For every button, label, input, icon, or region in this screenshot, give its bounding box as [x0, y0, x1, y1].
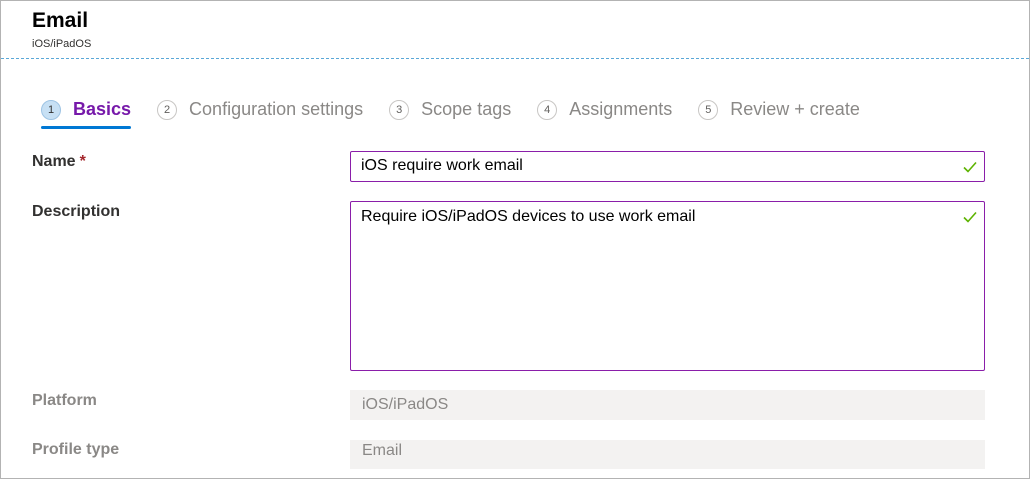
page-subtitle: iOS/iPadOS — [32, 38, 92, 50]
description-textarea[interactable]: Require iOS/iPadOS devices to use work e… — [350, 201, 985, 371]
step-label: Assignments — [569, 99, 673, 119]
step-label: Configuration settings — [189, 99, 364, 119]
step-number: 5 — [698, 99, 719, 120]
platform-value: iOS/iPadOS — [362, 396, 449, 413]
step-configuration-settings[interactable]: 2 Configuration settings — [157, 99, 363, 129]
page-title: Email — [32, 9, 89, 32]
step-number: 4 — [537, 99, 558, 120]
description-value: Require iOS/iPadOS devices to use work e… — [361, 208, 696, 225]
name-label-text: Name — [32, 153, 76, 170]
platform-field: iOS/iPadOS — [350, 390, 985, 420]
checkmark-icon — [963, 211, 977, 223]
step-number: 1 — [41, 99, 61, 120]
step-basics[interactable]: 1 Basics — [41, 99, 132, 129]
profile-type-value: Email — [362, 442, 403, 459]
name-input[interactable]: iOS require work email — [350, 151, 985, 182]
profile-type-field: Email — [350, 440, 985, 469]
step-number: 3 — [389, 99, 410, 120]
step-review-create[interactable]: 5 Review + create — [698, 99, 860, 129]
profile-type-label: Profile type — [32, 441, 120, 458]
step-label: Basics — [73, 99, 132, 119]
required-marker: * — [79, 153, 86, 170]
email-profile-panel: Email iOS/iPadOS 1 Basics 2 Configuratio… — [0, 0, 1030, 479]
description-label: Description — [32, 203, 121, 220]
step-number: 2 — [157, 99, 178, 120]
checkmark-icon — [963, 161, 977, 173]
step-label: Scope tags — [421, 99, 512, 119]
panel-header: Email iOS/iPadOS — [1, 1, 1029, 59]
platform-label: Platform — [32, 392, 97, 409]
step-scope-tags[interactable]: 3 Scope tags — [389, 99, 511, 129]
wizard-steps: 1 Basics 2 Configuration settings 3 Scop… — [41, 99, 886, 131]
name-label: Name * — [32, 153, 86, 171]
step-label: Review + create — [730, 99, 860, 119]
name-input-value: iOS require work email — [361, 157, 523, 174]
step-assignments[interactable]: 4 Assignments — [537, 99, 672, 129]
